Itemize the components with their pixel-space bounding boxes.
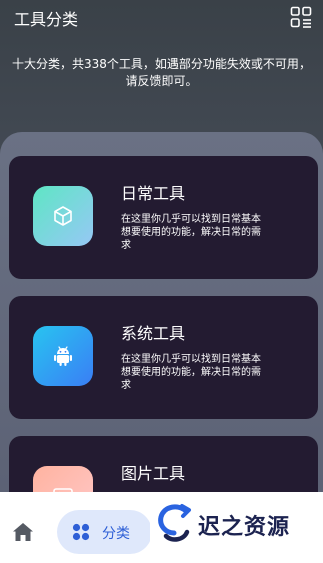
image-icon bbox=[53, 488, 73, 492]
android-icon bbox=[54, 346, 72, 366]
home-icon bbox=[13, 523, 33, 541]
category-card-system[interactable]: 系统工具 在这里你几乎可以找到日常基本想要使用的功能，解决日常的需求 bbox=[9, 296, 318, 419]
card-title: 图片工具 bbox=[121, 464, 186, 483]
category-card-daily[interactable]: 日常工具 在这里你几乎可以找到日常基本想要使用的功能，解决日常的需求 bbox=[9, 156, 318, 279]
cube-icon bbox=[54, 206, 72, 226]
grid-icon bbox=[290, 6, 312, 28]
home-nav-button[interactable] bbox=[12, 521, 34, 543]
category-card-image[interactable]: 图片工具 bbox=[9, 436, 318, 492]
category-nav-button[interactable]: 分类 bbox=[57, 510, 152, 554]
card-title: 系统工具 bbox=[121, 324, 186, 343]
card-icon-tile bbox=[33, 186, 93, 246]
watermark-text: 迟之资源 bbox=[198, 515, 291, 540]
watermark-logo: 迟之资源 bbox=[150, 496, 323, 552]
category-summary: 十大分类，共338个工具，如遇部分功能失效或不可用，请反馈即可。 bbox=[12, 57, 311, 88]
card-title: 日常工具 bbox=[121, 184, 186, 203]
watermark-swirl-icon bbox=[156, 502, 192, 546]
card-icon-tile bbox=[33, 326, 93, 386]
category-nav-label: 分类 bbox=[102, 526, 130, 542]
grid-menu-button[interactable] bbox=[290, 6, 312, 28]
category-dots-icon bbox=[72, 523, 90, 541]
page-title: 工具分类 bbox=[14, 10, 79, 29]
card-icon-tile bbox=[33, 466, 93, 492]
app-header: 工具分类 bbox=[0, 0, 323, 36]
card-description: 在这里你几乎可以找到日常基本想要使用的功能，解决日常的需求 bbox=[121, 214, 261, 251]
card-description: 在这里你几乎可以找到日常基本想要使用的功能，解决日常的需求 bbox=[121, 354, 261, 391]
category-list-panel[interactable]: 日常工具 在这里你几乎可以找到日常基本想要使用的功能，解决日常的需求 系统工具 … bbox=[0, 132, 323, 492]
